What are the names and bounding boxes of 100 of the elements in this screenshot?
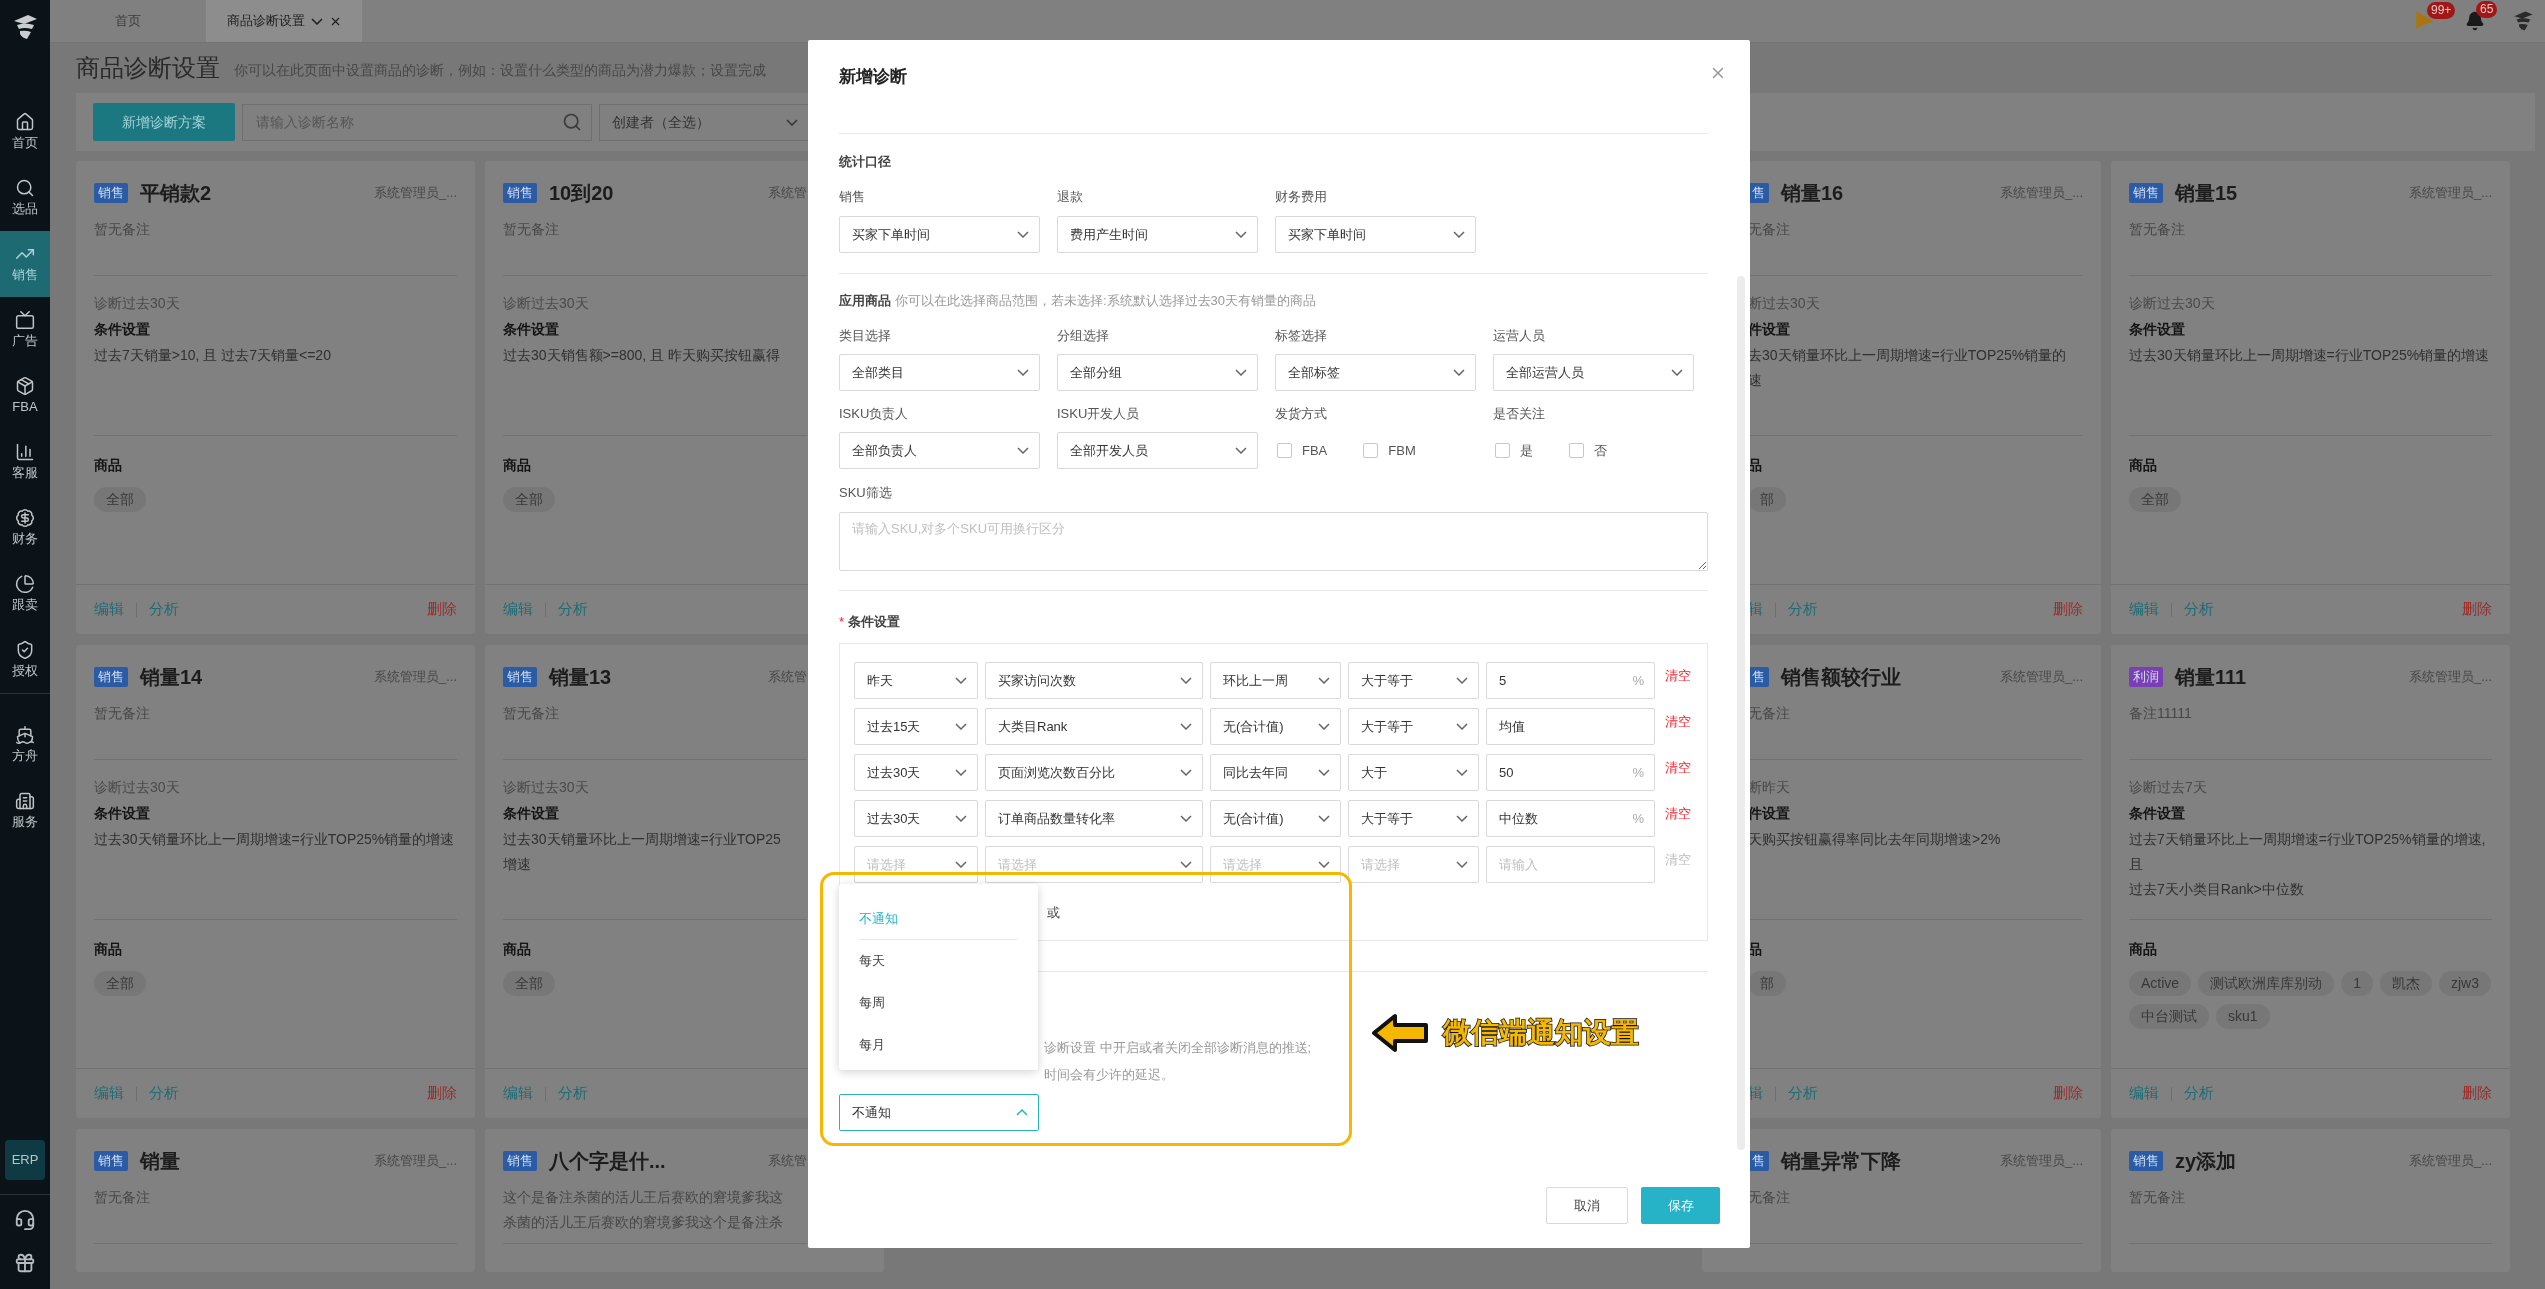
erp-badge[interactable]: ERP (5, 1140, 45, 1180)
sidebar-item[interactable]: 方舟 (0, 712, 50, 778)
notify-select[interactable]: 不通知 (839, 1094, 1039, 1131)
package-icon (15, 376, 35, 396)
chevron-down-icon (1180, 861, 1192, 868)
condition-text: 过去30天销量环比上一周期增速=行业TOP25%销量的增速 (94, 830, 456, 849)
page-tab[interactable]: 商品诊断设置 (206, 0, 362, 42)
sidebar-item[interactable]: 财务 (0, 495, 50, 561)
unit-label: % (1632, 763, 1644, 782)
select-field[interactable]: 环比上一周 (1210, 662, 1341, 699)
sidebar-item[interactable]: 授权 (0, 627, 50, 693)
sku-textarea[interactable]: 请输入SKU,对多个SKU可用换行区分 (839, 512, 1708, 571)
chevron-down-icon (1180, 723, 1192, 730)
checkbox[interactable] (1569, 443, 1584, 458)
checkbox[interactable] (1363, 443, 1379, 458)
select-field[interactable]: 大于 (1348, 754, 1479, 791)
clear-button[interactable]: 清空 (1665, 804, 1691, 824)
chevron-down-icon (1453, 369, 1465, 376)
sidebar-item[interactable]: 客服 (0, 429, 50, 495)
clear-button[interactable]: 清空 (1665, 712, 1691, 732)
bell-icon[interactable] (2465, 11, 2485, 31)
category-tag: 售 (1748, 1151, 1769, 1171)
page-title: 商品诊断设置 (76, 53, 220, 83)
building-icon (15, 791, 35, 811)
select-field[interactable]: 买家下单时间 (1275, 216, 1476, 253)
select-field[interactable]: 过去30天 (854, 754, 978, 791)
field-label: 是否关注 (1493, 405, 1546, 423)
clear-button[interactable]: 清空 (1665, 758, 1691, 778)
section-title: 条件设置 (848, 613, 901, 631)
checkbox-label: FBM (1388, 441, 1416, 460)
select-field[interactable]: 大类目Rank (985, 708, 1203, 745)
select-field[interactable]: 全部运营人员 (1493, 354, 1694, 391)
select-field[interactable]: 全部负责人 (839, 432, 1040, 469)
condition-text: 天购买按钮赢得率同比去年同期增速>2% (1748, 830, 2002, 849)
bar-chart-icon (15, 442, 35, 462)
card-title: 销量15 (2175, 181, 2238, 206)
chevron-down-icon (1456, 677, 1468, 684)
value-input[interactable]: 均值 (1486, 708, 1655, 745)
product-chip: 1 (2341, 971, 2373, 996)
select-field[interactable]: 全部分组 (1057, 354, 1258, 391)
select-field[interactable]: 昨天 (854, 662, 978, 699)
select-field[interactable]: 全部标签 (1275, 354, 1476, 391)
gift-icon[interactable] (14, 1252, 36, 1274)
select-field[interactable]: 买家下单时间 (839, 216, 1040, 253)
card-title: 销量16 (1781, 181, 1844, 206)
value-input[interactable]: 5 % (1486, 662, 1655, 699)
chevron-down-icon (955, 815, 967, 822)
select-field[interactable]: 费用产生时间 (1057, 216, 1258, 253)
search-icon (15, 178, 35, 198)
section-hint: 你可以在此选择商品范围，若未选择:系统默认选择过去30天有销量的商品 (895, 292, 1317, 310)
flag-icon[interactable] (2415, 12, 2433, 30)
checkbox[interactable] (1495, 443, 1510, 458)
chevron-down-icon (786, 118, 798, 126)
dropdown-option[interactable]: 每月 (859, 1024, 1018, 1066)
select-field[interactable]: 全部开发人员 (1057, 432, 1258, 469)
products-heading: 商品 (2129, 940, 2158, 959)
products-heading: 商品 (503, 456, 532, 475)
sidebar-item[interactable]: 首页 (0, 99, 50, 165)
select-field[interactable]: 过去15天 (854, 708, 978, 745)
select-field[interactable]: 买家访问次数 (985, 662, 1203, 699)
value-input[interactable]: 50 % (1486, 754, 1655, 791)
unit-label: % (1632, 809, 1644, 828)
select-field[interactable]: 大于等于 (1348, 800, 1479, 837)
chevron-down-icon (1017, 447, 1029, 454)
sidebar-item[interactable]: 广告 (0, 297, 50, 363)
chevron-down-icon (1235, 369, 1247, 376)
search-icon (562, 111, 582, 132)
select-field[interactable]: 无(合计值) (1210, 708, 1341, 745)
headset-icon[interactable] (14, 1209, 36, 1231)
sidebar-item[interactable]: 销售 (0, 231, 50, 297)
unit-label: % (1632, 671, 1644, 690)
chevron-down-icon (310, 17, 323, 25)
shield-icon (15, 640, 35, 660)
select-field[interactable]: 大于等于 (1348, 662, 1479, 699)
clear-button[interactable]: 清空 (1665, 666, 1691, 686)
sidebar-item[interactable]: FBA (0, 363, 50, 429)
sidebar-item[interactable]: 跟卖 (0, 561, 50, 627)
select-field[interactable]: 无(合计值) (1210, 800, 1341, 837)
dropdown-option[interactable]: 每周 (859, 982, 1018, 1024)
dollar-badge-icon (15, 508, 35, 528)
sidebar-item[interactable]: 服务 (0, 778, 50, 844)
checkbox[interactable] (1277, 443, 1292, 458)
select-field[interactable]: 订单商品数量转化率 (985, 800, 1203, 837)
chevron-down-icon (1318, 769, 1330, 776)
select-field[interactable]: 大于等于 (1348, 708, 1479, 745)
select-field[interactable]: 过去30天 (854, 800, 978, 837)
products-heading: 商品 (94, 940, 123, 959)
select-field[interactable]: 全部类目 (839, 354, 1040, 391)
condition-text: 去30天销量环比上一周期增速=行业TOP25%销量的 (1748, 346, 2068, 365)
product-chip: 全部 (503, 971, 555, 996)
cancel-button[interactable]: 取消 (1546, 1187, 1628, 1224)
select-field[interactable]: 同比去年同 (1210, 754, 1341, 791)
value-input[interactable]: 中位数 % (1486, 800, 1655, 837)
sidebar-item[interactable]: 选品 (0, 165, 50, 231)
condition-text: 速 (1748, 371, 1763, 390)
products-heading: 商品 (94, 456, 123, 475)
card-title: 销量14 (140, 665, 203, 690)
chevron-down-icon (1453, 231, 1465, 238)
dropdown-option[interactable]: 每天 (859, 940, 1018, 982)
select-field[interactable]: 页面浏览次数百分比 (985, 754, 1203, 791)
